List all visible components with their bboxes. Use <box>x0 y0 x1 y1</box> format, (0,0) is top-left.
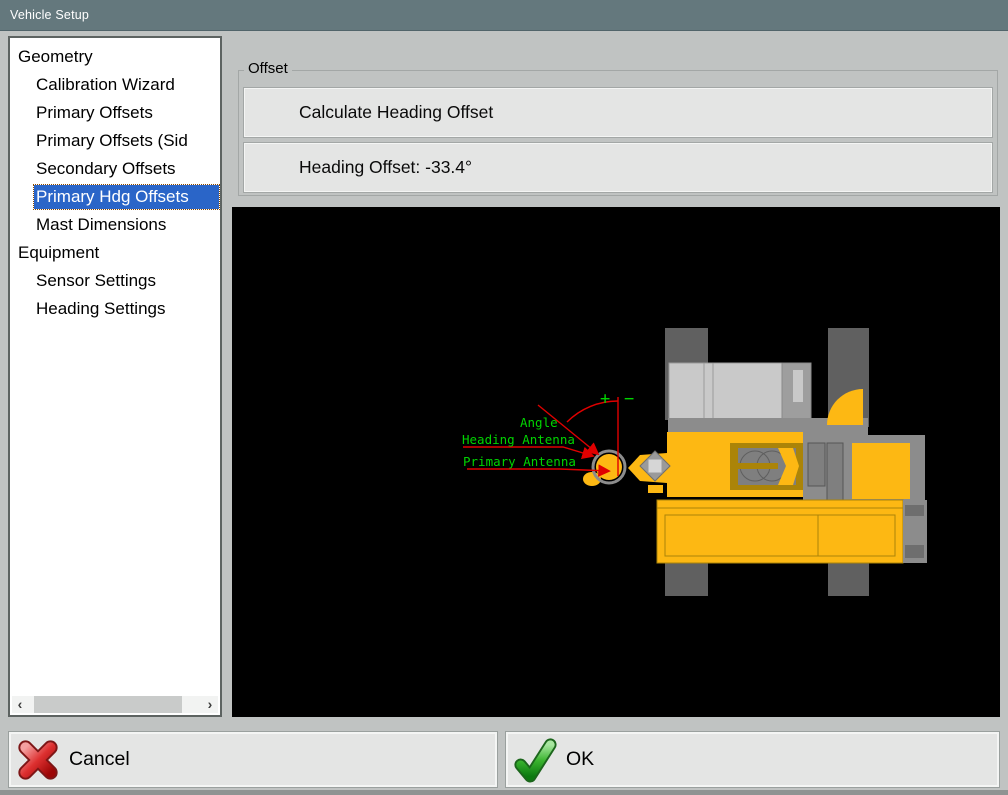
vehicle-hitch-and-antenna <box>583 451 670 493</box>
horizontal-scrollbar[interactable]: ‹ › <box>12 696 218 713</box>
sidebar-item-calibration-wizard[interactable]: Calibration Wizard <box>10 70 220 98</box>
heading-antenna-label: Heading Antenna <box>462 432 575 447</box>
vehicle-blade <box>657 500 927 563</box>
plus-symbol: + <box>600 389 610 409</box>
sidebar-item-primary-hdg-offsets[interactable]: Primary Hdg Offsets <box>10 182 220 210</box>
tree-items: Geometry Calibration Wizard Primary Offs… <box>10 38 220 322</box>
vehicle-implement <box>730 443 804 490</box>
green-check-icon <box>512 737 558 783</box>
red-x-icon <box>15 737 61 783</box>
heading-offset-value-button[interactable]: Heading Offset: -33.4° <box>243 142 993 193</box>
vehicle-rear-section <box>803 435 925 505</box>
sidebar-item-primary-offsets-side[interactable]: Primary Offsets (Sid <box>10 126 220 154</box>
window-title: Vehicle Setup <box>10 8 89 22</box>
calculate-heading-offset-button[interactable]: Calculate Heading Offset <box>243 87 993 138</box>
angle-arc <box>567 401 618 422</box>
vehicle-diagram-canvas: Angle Heading Antenna Primary Antenna + … <box>232 207 1000 717</box>
sidebar-item-geometry[interactable]: Geometry <box>10 42 220 70</box>
cancel-button[interactable]: Cancel <box>8 731 498 788</box>
sidebar-item-mast-dimensions[interactable]: Mast Dimensions <box>10 210 220 238</box>
titlebar: Vehicle Setup <box>0 0 1008 31</box>
sidebar-item-sensor-settings[interactable]: Sensor Settings <box>10 266 220 294</box>
sidebar-item-equipment[interactable]: Equipment <box>10 238 220 266</box>
vehicle-setup-window: { "window": { "title": "Vehicle Setup" }… <box>0 0 1008 795</box>
ok-button[interactable]: OK <box>505 731 1000 788</box>
scroll-left-icon[interactable]: ‹ <box>12 696 28 713</box>
sidebar-item-heading-settings[interactable]: Heading Settings <box>10 294 220 322</box>
primary-antenna-leader-line <box>467 469 609 471</box>
minus-symbol: − <box>624 389 634 409</box>
sidebar-item-primary-offsets[interactable]: Primary Offsets <box>10 98 220 126</box>
cancel-button-label: Cancel <box>69 748 130 771</box>
primary-antenna-label: Primary Antenna <box>463 454 576 469</box>
offset-groupbox: Offset Calculate Heading Offset Heading … <box>238 70 998 196</box>
scrollbar-thumb[interactable] <box>34 696 182 713</box>
window-bottom-edge <box>0 790 1008 795</box>
sidebar-item-secondary-offsets[interactable]: Secondary Offsets <box>10 154 220 182</box>
offset-group-label: Offset <box>244 60 292 77</box>
angle-label: Angle <box>520 415 558 430</box>
settings-tree: Geometry Calibration Wizard Primary Offs… <box>8 36 222 717</box>
ok-button-label: OK <box>566 748 594 771</box>
scroll-right-icon[interactable]: › <box>202 696 218 713</box>
vehicle-diagram: Angle Heading Antenna Primary Antenna + … <box>232 207 1000 717</box>
